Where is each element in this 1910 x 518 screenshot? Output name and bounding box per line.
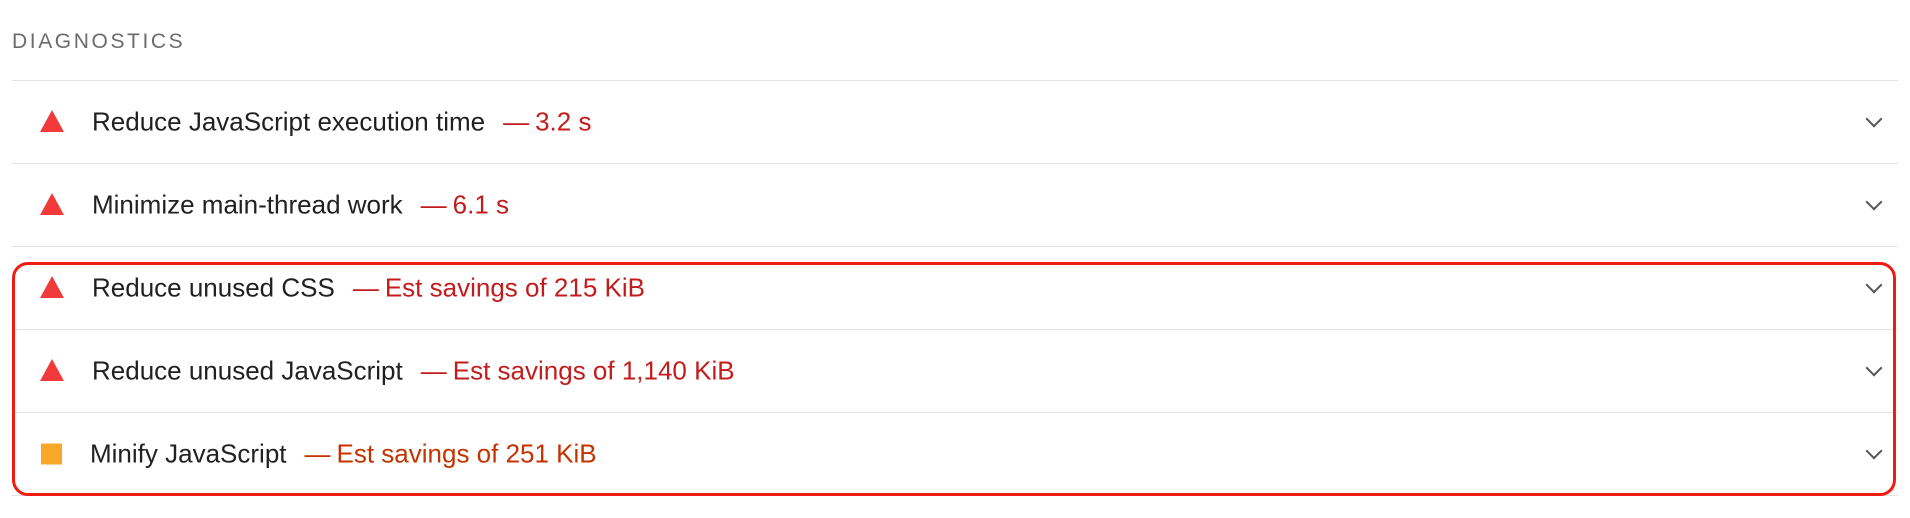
red-triangle-icon bbox=[40, 359, 64, 381]
audit-detail: — Est savings of 251 KiB bbox=[304, 438, 597, 469]
red-triangle-icon bbox=[40, 276, 64, 298]
section-title: DIAGNOSTICS bbox=[12, 30, 186, 53]
chevron-down-icon[interactable] bbox=[1865, 442, 1883, 460]
audit-label: Reduce JavaScript execution time —3.2 s bbox=[92, 106, 592, 137]
orange-square-icon bbox=[41, 443, 62, 465]
chevron-down-icon[interactable] bbox=[1865, 193, 1883, 211]
audit-row-minify-javascript[interactable]: Minify JavaScript — Est savings of 251 KiB bbox=[12, 413, 1898, 496]
audit-row-reduce-unused-css[interactable]: Reduce unused CSS — Est savings of 215 KiB bbox=[12, 247, 1898, 330]
audit-label: Minify JavaScript — Est savings of 251 KiB bbox=[90, 438, 597, 469]
audit-list: Reduce JavaScript execution time —3.2 s M… bbox=[12, 80, 1898, 496]
audit-detail: — Est savings of 215 KiB bbox=[352, 272, 645, 303]
audit-label: Minimize main-thread work —6.1 s bbox=[92, 189, 510, 220]
audit-label: Reduce unused JavaScript — Est savings of … bbox=[92, 355, 735, 386]
audit-label: Reduce unused CSS — Est savings of 215 KiB bbox=[92, 272, 645, 303]
audit-detail: — Est savings of 1,140 KiB bbox=[420, 355, 735, 386]
audit-detail: —6.1 s bbox=[420, 189, 510, 220]
chevron-down-icon[interactable] bbox=[1865, 110, 1883, 128]
audit-row-reduce-unused-javascript[interactable]: Reduce unused JavaScript — Est savings of … bbox=[12, 330, 1898, 413]
chevron-down-icon[interactable] bbox=[1865, 359, 1883, 377]
red-triangle-icon bbox=[40, 110, 64, 132]
audit-row-minimize-main-thread-work[interactable]: Minimize main-thread work —6.1 s bbox=[12, 164, 1898, 247]
chevron-down-icon[interactable] bbox=[1865, 276, 1883, 294]
red-triangle-icon bbox=[40, 193, 64, 215]
audit-detail: —3.2 s bbox=[503, 106, 592, 137]
audit-row-reduce-js-execution-time[interactable]: Reduce JavaScript execution time —3.2 s bbox=[12, 81, 1898, 164]
